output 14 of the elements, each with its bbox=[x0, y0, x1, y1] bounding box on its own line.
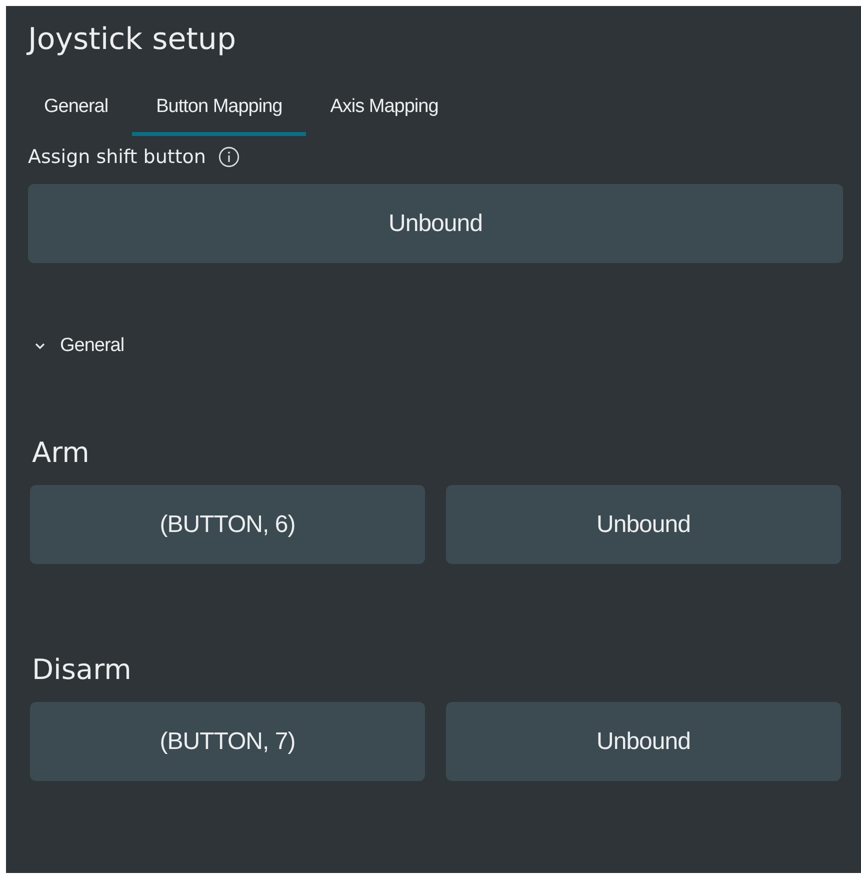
action-heading: Disarm bbox=[31, 652, 132, 688]
binding-button[interactable]: Unbound bbox=[446, 702, 841, 781]
tab[interactable]: General bbox=[28, 88, 132, 136]
field-label: Assign shift button bbox=[28, 146, 206, 168]
section-header[interactable]: General bbox=[28, 335, 130, 357]
action-heading: Arm bbox=[31, 435, 90, 471]
tab[interactable]: Button Mapping bbox=[132, 88, 306, 136]
info-icon[interactable] bbox=[218, 146, 240, 168]
tab[interactable]: Axis Mapping bbox=[306, 88, 462, 136]
binding-button[interactable]: Unbound bbox=[446, 485, 841, 564]
binding-button[interactable]: (BUTTON, 7) bbox=[30, 702, 425, 781]
window-title: Joystick setup bbox=[28, 21, 237, 59]
binding-button[interactable]: (BUTTON, 6) bbox=[30, 485, 425, 564]
binding-button[interactable]: Unbound bbox=[28, 184, 843, 263]
